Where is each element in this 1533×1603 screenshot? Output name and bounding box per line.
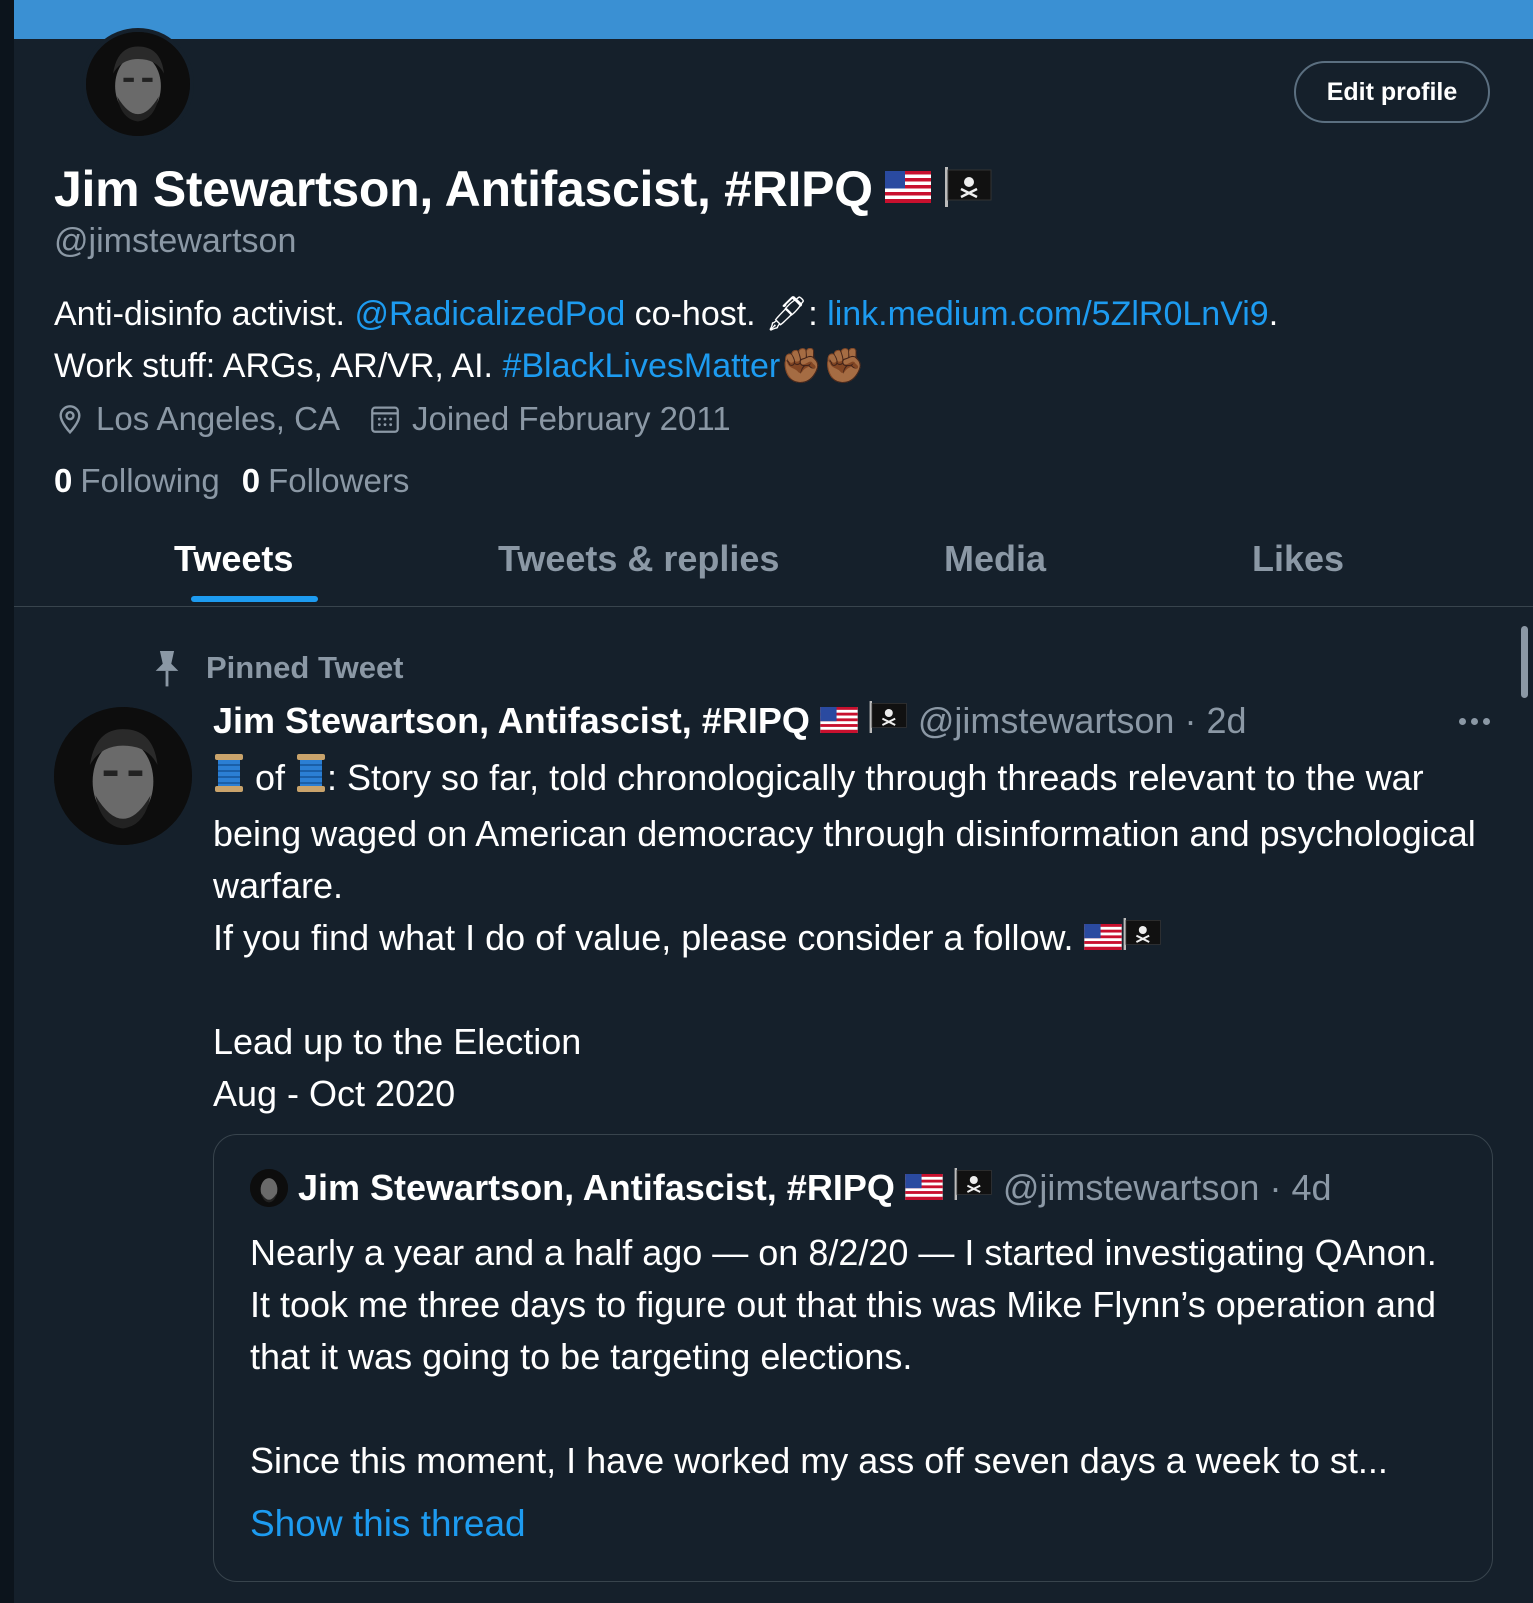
fountain-pen-icon: 🖋	[765, 295, 809, 333]
bio-url-link[interactable]: link.medium.com/5ZlR0LnVi9	[827, 295, 1269, 333]
pin-icon	[155, 651, 179, 687]
bio-text: co-host.	[625, 295, 766, 333]
location-text: Los Angeles, CA	[96, 400, 340, 437]
tab-tweets-and-replies[interactable]: Tweets & replies	[498, 538, 779, 580]
tweet-author-name[interactable]: Jim Stewartson, Antifascist, #RIPQ	[213, 700, 810, 742]
profile-banner[interactable]	[14, 0, 1533, 39]
pirate-flag-icon	[1122, 917, 1162, 958]
calendar-icon	[371, 406, 399, 433]
edit-profile-button[interactable]: Edit profile	[1294, 61, 1490, 123]
profile-stats: 0 Following 0 Followers	[54, 462, 409, 500]
quoted-tweet-text: Nearly a year and a half ago — on 8/2/20…	[250, 1227, 1460, 1487]
followers-link[interactable]: 0 Followers	[242, 462, 410, 500]
quoted-paragraph: Since this moment, I have worked my ass …	[250, 1440, 1388, 1481]
tweet-author-handle[interactable]: @jimstewartson	[918, 700, 1175, 742]
tweet-header: Jim Stewartson, Antifascist, #RIPQ @jims…	[213, 700, 1247, 742]
profile-meta: Los Angeles, CA Joined February 2011	[54, 400, 759, 438]
bio-text: .	[1268, 295, 1279, 333]
scrollbar-thumb[interactable]	[1521, 626, 1528, 698]
following-label: Following	[80, 462, 220, 499]
location-pin-icon	[59, 405, 81, 435]
profile-join-date: Joined February 2011	[368, 400, 731, 438]
followers-label: Followers	[268, 462, 410, 499]
tab-media[interactable]: Media	[944, 538, 1046, 580]
us-flag-icon	[820, 700, 858, 742]
quoted-tweet-header: Jim Stewartson, Antifascist, #RIPQ @jims…	[250, 1167, 1332, 1209]
tab-likes[interactable]: Likes	[1252, 538, 1344, 580]
join-date-text: Joined February 2011	[412, 400, 731, 437]
quoted-tweet-card[interactable]: Jim Stewartson, Antifascist, #RIPQ @jims…	[213, 1134, 1493, 1582]
pirate-flag-icon	[868, 700, 908, 742]
spool-of-thread-icon	[295, 752, 327, 808]
tweet-text-fragment: Lead up to the Election	[213, 1021, 582, 1063]
quoted-paragraph: Nearly a year and a half ago — on 8/2/20…	[250, 1232, 1437, 1377]
bio-hashtag-link[interactable]: #BlackLivesMatter	[502, 347, 780, 385]
us-flag-icon	[905, 1167, 943, 1209]
spool-of-thread-icon	[213, 752, 245, 808]
bio-text: :	[808, 295, 828, 333]
quoted-author-avatar	[250, 1169, 288, 1207]
tweet-timestamp[interactable]: · 2d	[1184, 700, 1246, 742]
us-flag-icon	[1083, 917, 1122, 958]
profile-avatar[interactable]	[82, 28, 194, 140]
tab-tweets[interactable]: Tweets	[174, 538, 293, 580]
quoted-timestamp: · 4d	[1269, 1167, 1332, 1208]
profile-handle: @jimstewartson	[54, 222, 297, 260]
tweet-text: of : Story so far, told chronologically …	[213, 752, 1503, 1120]
bio-mention-link[interactable]: @RadicalizedPod	[354, 295, 625, 333]
tweet-text-fragment: Aug - Oct 2020	[213, 1073, 456, 1115]
pirate-flag-icon	[943, 166, 993, 212]
show-thread-link[interactable]: Show this thread	[250, 1503, 526, 1545]
quoted-author-name: Jim Stewartson, Antifascist, #RIPQ	[298, 1167, 895, 1208]
tweet-text-fragment: : Story so far, told chronologically thr…	[213, 757, 1476, 907]
followers-count: 0	[241, 462, 261, 499]
tweet-author-avatar[interactable]	[54, 707, 192, 845]
more-dots-icon[interactable]	[1459, 718, 1490, 725]
profile-tabs: Tweets Tweets & replies Media Likes	[14, 526, 1533, 607]
window-edge	[0, 0, 14, 1603]
tweet-text-fragment: of	[245, 757, 296, 798]
bio-text: Anti-disinfo activist.	[54, 295, 355, 333]
raised-fist-icon: ✊🏾✊🏾	[780, 347, 865, 385]
bio-text: Work stuff: ARGs, AR/VR, AI.	[54, 347, 503, 385]
active-tab-indicator	[191, 596, 318, 602]
quoted-author-handle: @jimstewartson	[1002, 1167, 1260, 1208]
following-count: 0	[54, 462, 73, 499]
profile-display-name: Jim Stewartson, Antifascist, #RIPQ	[54, 161, 873, 217]
pinned-label: Pinned Tweet	[206, 650, 404, 685]
profile-location: Los Angeles, CA	[54, 400, 340, 438]
pinned-indicator: Pinned Tweet	[150, 648, 404, 688]
pirate-flag-icon	[953, 1167, 993, 1209]
tweet-text-fragment: If you find what I do of value, please c…	[213, 917, 1084, 959]
following-link[interactable]: 0 Following	[54, 462, 220, 500]
profile-bio: Anti-disinfo activist. @RadicalizedPod c…	[54, 288, 1494, 392]
profile-name-row: Jim Stewartson, Antifascist, #RIPQ	[54, 160, 993, 218]
us-flag-icon	[884, 170, 931, 208]
